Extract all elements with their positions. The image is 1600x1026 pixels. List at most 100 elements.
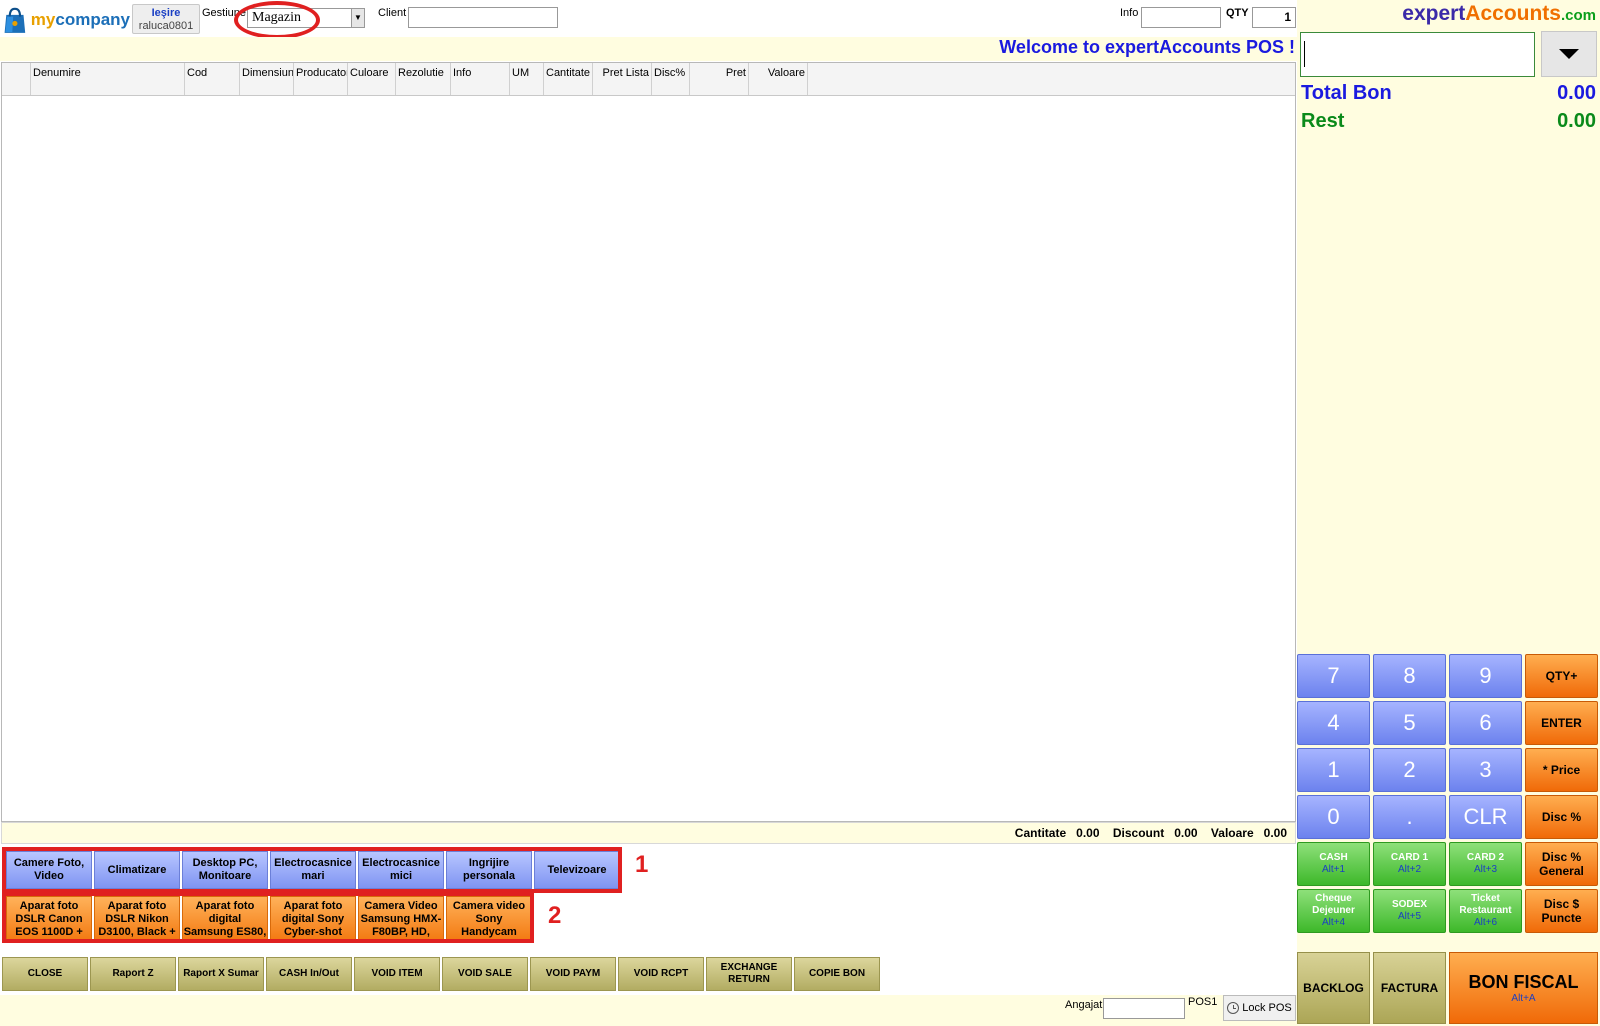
- card2-label: CARD 2: [1466, 852, 1505, 863]
- annotation-number-2: 2: [548, 902, 562, 929]
- info-label: Info: [1120, 7, 1139, 19]
- table-header: Denumire Cod Dimensiune Producator Culoa…: [2, 63, 1295, 96]
- key-2[interactable]: 2: [1373, 748, 1446, 792]
- key-6[interactable]: 6: [1449, 701, 1522, 745]
- sodex-button[interactable]: SODEX Alt+5: [1373, 889, 1446, 933]
- key-4[interactable]: 4: [1297, 701, 1370, 745]
- void-item-button[interactable]: VOID ITEM: [354, 957, 440, 991]
- welcome-bar: Welcome to expertAccounts POS !: [0, 37, 1297, 61]
- disc-general-button[interactable]: Disc % General: [1525, 842, 1598, 886]
- logo-text-company: company: [55, 10, 130, 29]
- lock-pos-label: Lock POS: [1242, 1002, 1292, 1014]
- cash-shortcut: Alt+1: [1321, 864, 1346, 875]
- chevron-down-icon: [1559, 49, 1579, 59]
- cheque-label: Cheque Dejeuner: [1312, 893, 1355, 916]
- welcome-message: Welcome to expertAccounts POS !: [999, 37, 1295, 57]
- column-pret[interactable]: Pret: [690, 63, 749, 95]
- column-disc[interactable]: Disc%: [652, 63, 690, 95]
- bon-fiscal-button[interactable]: BON FISCAL Alt+A: [1449, 952, 1598, 1024]
- top-toolbar: mycompany Ieşire raluca0801 Gestiune Mag…: [0, 0, 1297, 39]
- dropdown-arrow-icon[interactable]: ▼: [351, 9, 364, 27]
- cheque-dejeuner-button[interactable]: Cheque Dejeuner Alt+4: [1297, 889, 1370, 933]
- discount-total-label: Discount: [1112, 826, 1165, 840]
- column-rezolutie[interactable]: Rezolutie: [396, 63, 451, 95]
- bon-fiscal-shortcut: Alt+A: [1511, 993, 1536, 1004]
- disc-puncte-button[interactable]: Disc $ Puncte: [1525, 889, 1598, 933]
- expertaccounts-logo: expertAccounts.com: [1402, 2, 1596, 26]
- barcode-dropdown-button[interactable]: [1541, 31, 1597, 77]
- key-9[interactable]: 9: [1449, 654, 1522, 698]
- void-paym-button[interactable]: VOID PAYM: [530, 957, 616, 991]
- logout-button[interactable]: Ieşire raluca0801: [132, 4, 200, 34]
- cash-in-out-button[interactable]: CASH In/Out: [266, 957, 352, 991]
- enter-button[interactable]: ENTER: [1525, 701, 1598, 745]
- column-cod[interactable]: Cod: [185, 63, 240, 95]
- card2-shortcut: Alt+3: [1473, 864, 1498, 875]
- key-8[interactable]: 8: [1373, 654, 1446, 698]
- cantitate-total-label: Cantitate: [1014, 826, 1067, 840]
- factura-button[interactable]: FACTURA: [1373, 952, 1446, 1024]
- key-1[interactable]: 1: [1297, 748, 1370, 792]
- key-clr[interactable]: CLR: [1449, 795, 1522, 839]
- key-0[interactable]: 0: [1297, 795, 1370, 839]
- shopping-bag-icon: [4, 7, 26, 33]
- info-input[interactable]: [1141, 7, 1221, 28]
- brand-text-accounts: Accounts: [1465, 2, 1561, 25]
- highlight-box-categories: [2, 847, 622, 893]
- void-sale-button[interactable]: VOID SALE: [442, 957, 528, 991]
- annotation-number-1: 1: [635, 851, 649, 878]
- mycompany-logo: mycompany: [2, 3, 130, 37]
- backlog-button[interactable]: BACKLOG: [1297, 952, 1370, 1024]
- rest-label: Rest: [1301, 110, 1345, 132]
- column-cantitate[interactable]: Cantitate: [544, 63, 593, 95]
- raport-z-button[interactable]: Raport Z: [90, 957, 176, 991]
- angajat-input[interactable]: [1103, 998, 1185, 1019]
- text-caret: [1304, 41, 1305, 67]
- rest-value: 0.00: [1557, 110, 1596, 132]
- void-rcpt-button[interactable]: VOID RCPT: [618, 957, 704, 991]
- key-3[interactable]: 3: [1449, 748, 1522, 792]
- angajat-label: Angajat: [1065, 999, 1103, 1011]
- total-bon-label: Total Bon: [1301, 82, 1392, 104]
- cash-button[interactable]: CASH Alt+1: [1297, 842, 1370, 886]
- disc-percent-button[interactable]: Disc %: [1525, 795, 1598, 839]
- key-7[interactable]: 7: [1297, 654, 1370, 698]
- discount-total-value: 0.00: [1174, 826, 1198, 840]
- highlight-box-products: [2, 892, 534, 943]
- username: raluca0801: [138, 20, 194, 32]
- column-dimensiune[interactable]: Dimensiune: [240, 63, 294, 95]
- ticket-restaurant-button[interactable]: Ticket Restaurant Alt+6: [1449, 889, 1522, 933]
- raport-x-sumar-button[interactable]: Raport X Sumar: [178, 957, 264, 991]
- barcode-input[interactable]: [1300, 32, 1535, 77]
- card1-shortcut: Alt+2: [1397, 864, 1422, 875]
- column-pret-lista[interactable]: Pret Lista: [593, 63, 652, 95]
- card1-button[interactable]: CARD 1 Alt+2: [1373, 842, 1446, 886]
- price-button[interactable]: * Price: [1525, 748, 1598, 792]
- lock-pos-button[interactable]: Lock POS: [1223, 995, 1296, 1021]
- sale-items-table[interactable]: Denumire Cod Dimensiune Producator Culoa…: [1, 62, 1296, 822]
- bon-fiscal-label: BON FISCAL: [1468, 972, 1579, 992]
- valoare-total-label: Valoare: [1210, 826, 1254, 840]
- logo-text-my: my: [30, 10, 56, 29]
- column-producator[interactable]: Producator: [294, 63, 348, 95]
- brand-text-com: .com: [1560, 7, 1596, 24]
- card2-button[interactable]: CARD 2 Alt+3: [1449, 842, 1522, 886]
- key-dot[interactable]: .: [1373, 795, 1446, 839]
- client-input[interactable]: [408, 7, 558, 28]
- pos-main-area: mycompany Ieşire raluca0801 Gestiune Mag…: [0, 0, 1297, 1026]
- exchange-return-button[interactable]: EXCHANGE RETURN: [706, 957, 792, 991]
- column-valoare[interactable]: Valoare: [749, 63, 808, 95]
- column-denumire[interactable]: Denumire: [31, 63, 185, 95]
- qty-input[interactable]: 1: [1252, 7, 1296, 28]
- highlight-oval: [234, 1, 320, 39]
- qty-label: QTY: [1226, 7, 1249, 19]
- qty-plus-button[interactable]: QTY+: [1525, 654, 1598, 698]
- card1-label: CARD 1: [1390, 852, 1429, 863]
- column-info[interactable]: Info: [451, 63, 510, 95]
- copie-bon-button[interactable]: COPIE BON: [794, 957, 880, 991]
- ticket-shortcut: Alt+6: [1473, 917, 1498, 928]
- column-um[interactable]: UM: [510, 63, 544, 95]
- close-button[interactable]: CLOSE: [2, 957, 88, 991]
- column-culoare[interactable]: Culoare: [348, 63, 396, 95]
- key-5[interactable]: 5: [1373, 701, 1446, 745]
